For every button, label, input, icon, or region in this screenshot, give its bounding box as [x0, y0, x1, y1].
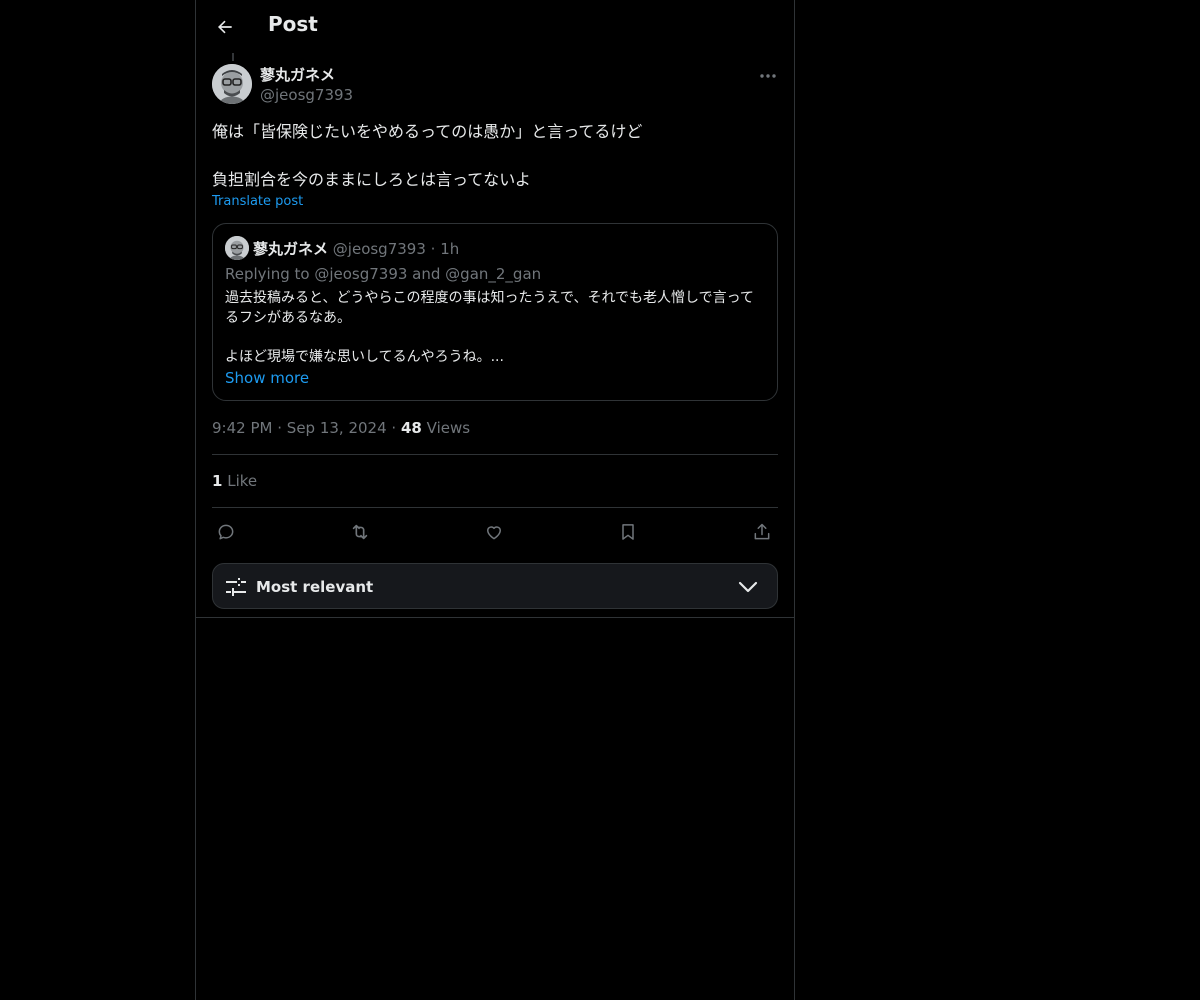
quote-replying-to: Replying to @jeosg7393 and @gan_2_gan [225, 265, 542, 283]
post-text-line: 俺は「皆保険じたいをやめるってのは愚か」と言ってるけど [212, 122, 643, 141]
quote-header: 蓼丸ガネメ @jeosg7393 · 1h [253, 238, 459, 259]
quote-separator: · [430, 240, 436, 258]
likes-label: Like [227, 472, 258, 490]
quote-time: 1h [440, 240, 460, 258]
avatar[interactable] [212, 64, 252, 104]
page-title: Post [268, 12, 318, 36]
likes-count: 1 [212, 472, 223, 490]
action-bar [212, 518, 778, 546]
back-button[interactable] [210, 12, 240, 42]
sliders-icon [225, 578, 247, 596]
post-text-line: 負担割合を今のままにしろとは言ってないよ [212, 170, 531, 189]
quoted-post[interactable]: 蓼丸ガネメ @jeosg7393 · 1h Replying to @jeosg… [212, 223, 778, 401]
views-count: 48 [400, 419, 422, 437]
quote-author-name: 蓼丸ガネメ [253, 240, 329, 258]
like-icon [487, 526, 501, 540]
reply-button[interactable] [212, 518, 240, 546]
retweet-icon [352, 524, 368, 540]
chevron-down-icon [738, 581, 758, 593]
quote-text-line: よほど現場で嫌な思いしてるんやろうね。... [225, 349, 504, 365]
divider [196, 617, 794, 618]
translate-post-link[interactable]: Translate post [212, 194, 303, 209]
share-icon [754, 523, 770, 540]
views-label: Views [426, 419, 471, 437]
show-more-link[interactable]: Show more [225, 369, 309, 387]
arrow-left-icon [218, 20, 232, 34]
divider [212, 454, 778, 455]
quote-text: 過去投稿みると、どうやらこの程度の事は知ったうえで、それでも老人憎しで言ってるフ… [225, 288, 767, 367]
share-button[interactable] [748, 518, 776, 546]
post-text: 俺は「皆保険じたいをやめるってのは愚か」と言ってるけど 負担割合を今のままにしろ… [212, 120, 772, 192]
avatar-image [212, 64, 252, 104]
author-name[interactable]: 蓼丸ガネメ [260, 64, 335, 85]
divider [212, 507, 778, 508]
bookmark-button[interactable] [614, 518, 642, 546]
header: Post [196, 0, 794, 54]
like-button[interactable] [480, 518, 508, 546]
author-handle[interactable]: @jeosg7393 [260, 86, 353, 104]
post-time[interactable]: 9:42 PM [212, 419, 272, 437]
more-options-button[interactable] [754, 64, 782, 88]
quote-avatar [225, 236, 249, 260]
more-icon [760, 74, 776, 78]
sort-label: Most relevant [256, 578, 374, 596]
post-meta: 9:42 PM · Sep 13, 2024 · 48 Views [212, 419, 470, 437]
meta-separator: · [391, 419, 397, 437]
reply-icon [218, 524, 234, 540]
likes-count-link[interactable]: 1 Like [212, 472, 257, 490]
sort-replies-dropdown[interactable]: Most relevant [212, 563, 778, 609]
main-column: Post 蓼丸ガネメ @jeosg7393 俺は「皆保険じたいをやめるってのは愚… [195, 0, 795, 1000]
post-date[interactable]: Sep 13, 2024 [287, 419, 387, 437]
meta-separator: · [277, 419, 283, 437]
bookmark-icon [622, 524, 634, 540]
thread-line [232, 53, 234, 61]
quote-avatar-image [225, 236, 249, 260]
quote-text-line: 過去投稿みると、どうやらこの程度の事は知ったうえで、それでも老人憎しで言ってるフ… [225, 290, 754, 326]
quote-author-handle: @jeosg7393 [332, 240, 426, 258]
retweet-button[interactable] [346, 518, 374, 546]
